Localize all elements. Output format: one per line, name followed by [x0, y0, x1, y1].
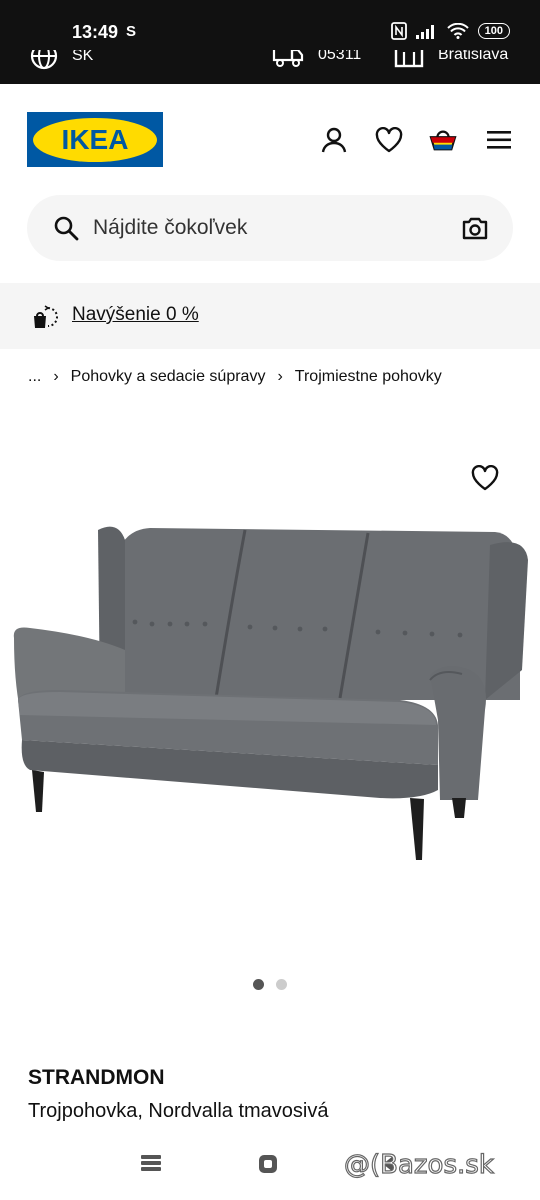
gallery-dot-active[interactable] — [253, 979, 264, 990]
product-favorite-heart-icon[interactable] — [471, 464, 499, 496]
gallery-pagination — [253, 979, 287, 990]
nfc-icon — [390, 22, 407, 40]
breadcrumb-ellipsis[interactable]: ... — [28, 368, 41, 386]
account-icon[interactable] — [320, 126, 348, 154]
postal-code-label: 05311 — [318, 50, 362, 63]
product-name: STRANDMON — [28, 1066, 165, 1089]
gallery-dot[interactable] — [276, 979, 287, 990]
search-bar[interactable] — [27, 195, 513, 261]
store-label: Bratislava — [438, 50, 509, 63]
carrier-icon: S — [126, 23, 137, 40]
breadcrumb-item[interactable]: Trojmiestne pohovky — [295, 368, 442, 386]
globe-icon — [30, 50, 58, 70]
store-selector[interactable]: Bratislava — [394, 50, 508, 68]
battery-icon: 100 — [477, 23, 510, 39]
status-icons: 100 — [390, 22, 510, 40]
search-input[interactable] — [93, 209, 433, 247]
shopping-bag-icon[interactable] — [429, 126, 457, 154]
logo-text: IKEA — [61, 123, 129, 155]
camera-search-icon[interactable] — [461, 215, 489, 246]
product-image[interactable] — [0, 500, 540, 890]
language-selector[interactable]: SK — [30, 50, 93, 70]
store-icon — [394, 50, 424, 68]
product-description: Trojpohovka, Nordvalla tmavosivá — [28, 1100, 329, 1122]
wifi-icon — [446, 23, 469, 39]
top-strip: SK 05311 Bratislava — [0, 50, 540, 84]
breadcrumb-item[interactable]: Pohovky a sedacie súpravy — [71, 368, 266, 386]
signal-icon — [415, 25, 434, 39]
recent-apps-icon[interactable] — [141, 1154, 161, 1177]
status-time: 13:49 — [72, 22, 119, 42]
favorites-heart-icon[interactable] — [375, 126, 403, 154]
status-bar: 13:49 S 100 — [0, 0, 540, 50]
delivery-truck-icon — [272, 50, 304, 67]
promo-banner: Navýšenie 0 % — [0, 283, 540, 349]
ikea-logo[interactable]: IKEA — [27, 112, 163, 167]
language-label: SK — [72, 50, 94, 64]
search-icon — [53, 215, 79, 246]
breadcrumb: ... › Pohovky a sedacie súpravy › Trojmi… — [28, 368, 442, 386]
breadcrumb-chevron-icon: › — [53, 368, 59, 385]
menu-hamburger-icon[interactable] — [485, 126, 513, 154]
price-bag-icon — [30, 304, 60, 335]
breadcrumb-chevron-icon: › — [277, 368, 283, 385]
postal-code-selector[interactable]: 05311 — [272, 50, 361, 68]
home-icon[interactable] — [258, 1154, 278, 1179]
watermark-text: @(Bazos.sk — [343, 1149, 494, 1180]
promo-link[interactable]: Navýšenie 0 % — [72, 304, 199, 326]
